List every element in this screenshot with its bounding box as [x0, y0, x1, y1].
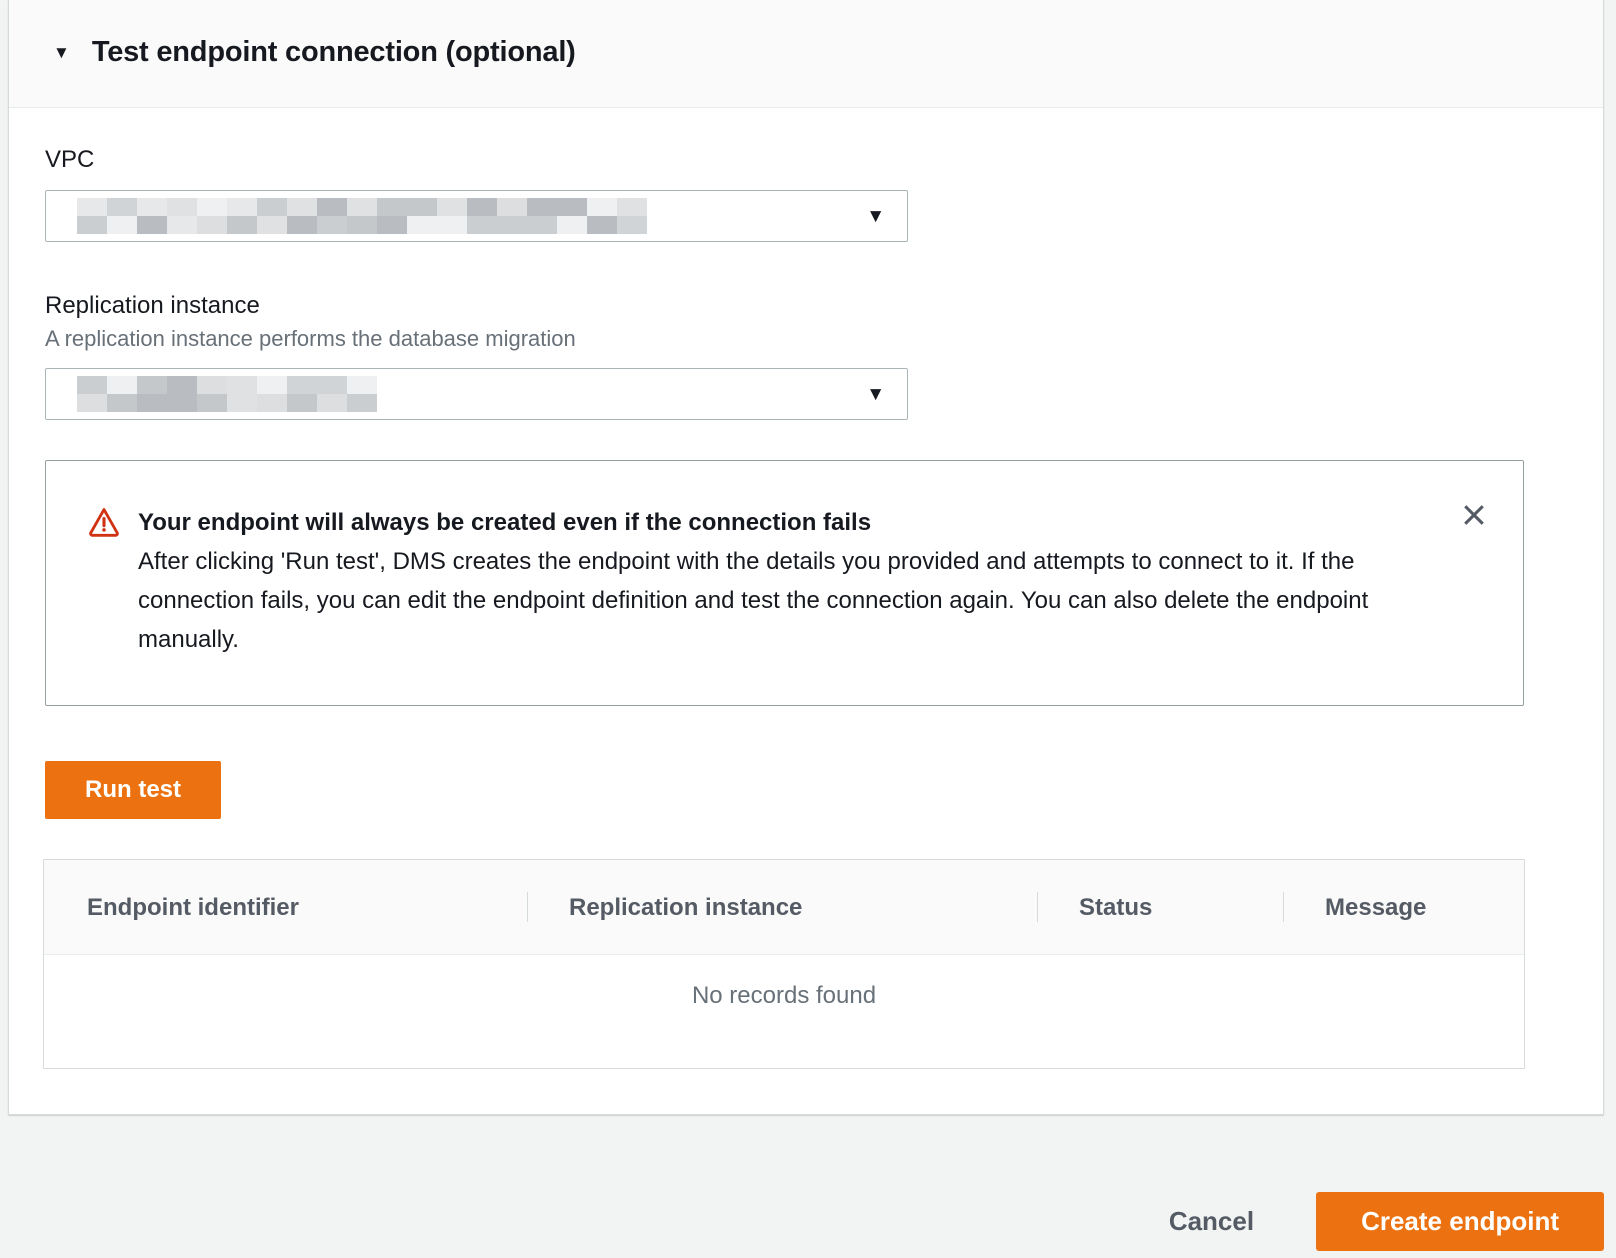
- alert-text-block: Your endpoint will always be created eve…: [138, 503, 1438, 659]
- collapse-triangle-icon: ▼: [53, 44, 70, 61]
- replication-instance-description: A replication instance performs the data…: [45, 326, 1567, 352]
- table-header-row: Endpoint identifier Replication instance…: [44, 860, 1524, 955]
- wizard-footer: Cancel Create endpoint: [0, 1115, 1616, 1251]
- close-icon[interactable]: [1459, 501, 1489, 531]
- vpc-label: VPC: [45, 146, 1567, 174]
- alert-title: Your endpoint will always be created eve…: [138, 503, 1438, 542]
- column-header-message: Message: [1283, 860, 1524, 954]
- column-header-replication-instance: Replication instance: [527, 860, 1037, 954]
- vpc-select[interactable]: ▼: [45, 190, 908, 242]
- section-title: Test endpoint connection (optional): [92, 36, 576, 69]
- empty-state-text: No records found: [44, 955, 1524, 1068]
- test-results-table: Endpoint identifier Replication instance…: [43, 859, 1525, 1069]
- column-header-endpoint-identifier: Endpoint identifier: [44, 860, 527, 954]
- replication-instance-label: Replication instance: [45, 292, 1567, 320]
- chevron-down-icon: ▼: [866, 385, 885, 404]
- section-body: VPC ▼ Replication instance A replication…: [9, 108, 1603, 1114]
- section-header-test-endpoint-connection[interactable]: ▼ Test endpoint connection (optional): [9, 0, 1603, 108]
- create-endpoint-button[interactable]: Create endpoint: [1316, 1192, 1604, 1251]
- cancel-button[interactable]: Cancel: [1169, 1206, 1254, 1237]
- replication-instance-redacted-value: [77, 376, 377, 412]
- chevron-down-icon: ▼: [866, 207, 885, 226]
- warning-triangle-icon: [87, 505, 121, 659]
- vpc-redacted-value: [77, 198, 647, 234]
- warning-alert: Your endpoint will always be created eve…: [45, 460, 1524, 706]
- run-test-button[interactable]: Run test: [45, 761, 221, 819]
- column-header-status: Status: [1037, 860, 1283, 954]
- alert-body: After clicking 'Run test', DMS creates t…: [138, 542, 1438, 659]
- replication-instance-select[interactable]: ▼: [45, 368, 908, 420]
- test-endpoint-connection-panel: ▼ Test endpoint connection (optional) VP…: [8, 0, 1604, 1115]
